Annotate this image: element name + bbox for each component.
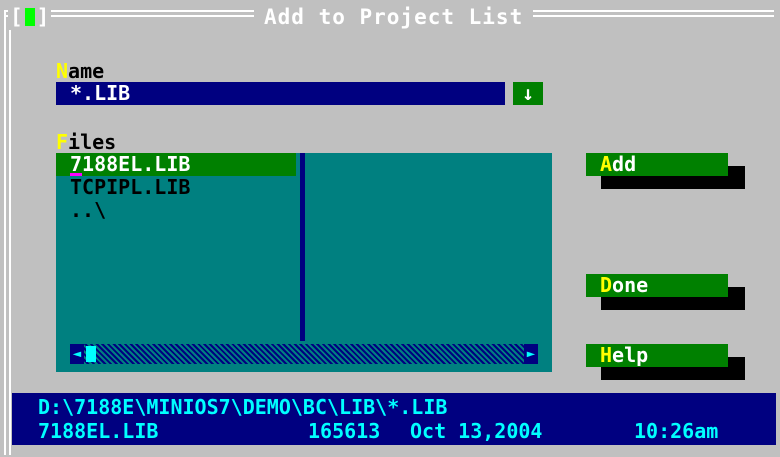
status-path: D:\7188E\MINIOS7\DEMO\BC\LIB\*.LIB: [38, 395, 448, 419]
status-bar: D:\7188E\MINIOS7\DEMO\BC\LIB\*.LIB 7188E…: [12, 393, 776, 445]
list-item-label: ..\: [70, 198, 107, 222]
column-divider: [300, 153, 305, 341]
status-file-time: 10:26am: [634, 419, 719, 443]
close-button[interactable]: []: [8, 4, 52, 30]
scroll-thumb[interactable]: [86, 346, 96, 362]
add-button[interactable]: Add: [586, 153, 728, 176]
status-file-date: Oct 13,2004: [410, 419, 543, 443]
add-button-label: dd: [612, 152, 637, 176]
frame-left-inner: [9, 15, 11, 455]
done-button-hotkey: D: [600, 273, 613, 297]
list-item[interactable]: TCPIPL.LIB: [56, 176, 296, 199]
scroll-left-arrow-icon[interactable]: ◄: [70, 344, 84, 364]
list-item[interactable]: 7188EL.LIB: [56, 153, 296, 176]
history-dropdown-button[interactable]: ↓: [513, 82, 543, 105]
add-button-hotkey: A: [600, 152, 613, 176]
name-label-rest: ame: [68, 59, 105, 83]
files-label: Files: [56, 131, 116, 153]
down-arrow-icon: ↓: [521, 81, 535, 105]
close-icon: [24, 8, 35, 26]
list-item[interactable]: ..\: [56, 199, 296, 222]
help-button[interactable]: Help: [586, 344, 728, 367]
help-button-hotkey: H: [600, 343, 613, 367]
files-label-rest: iles: [68, 130, 117, 154]
help-button-label: elp: [612, 343, 649, 367]
scroll-right-arrow-icon[interactable]: ►: [524, 344, 538, 364]
horizontal-scrollbar[interactable]: ◄ ►: [70, 344, 538, 364]
list-item-label: TCPIPL.LIB: [70, 175, 191, 199]
name-label: Name: [56, 60, 104, 82]
status-file-size: 165613: [308, 419, 381, 443]
dialog-title: Add to Project List: [254, 4, 534, 30]
done-button[interactable]: Done: [586, 274, 728, 297]
files-list[interactable]: 7188EL.LIB TCPIPL.LIB ..\ ◄ ►: [56, 153, 552, 372]
status-file-name: 7188EL.LIB: [38, 419, 159, 443]
frame-left-outer: [4, 10, 6, 455]
list-item-label: 7188EL.LIB: [70, 152, 191, 176]
name-input[interactable]: *.LIB: [56, 82, 505, 105]
done-button-label: one: [612, 273, 649, 297]
files-label-hotkey: F: [56, 130, 69, 154]
name-label-hotkey: N: [56, 59, 69, 83]
